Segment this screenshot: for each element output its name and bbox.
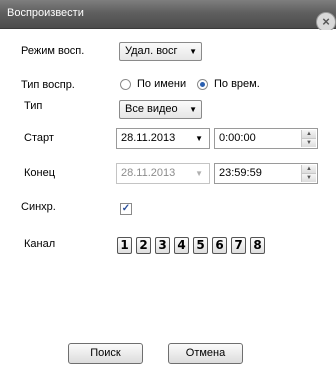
channel-button[interactable]: 6 <box>212 237 227 254</box>
chevron-down-icon: ▼ <box>189 47 197 56</box>
playback-dialog: Воспроизвести × Режим восп. Удал. восг ▼… <box>0 0 336 376</box>
channel-label: Канал <box>24 238 56 250</box>
end-time-spinner[interactable]: ▲ ▼ <box>301 165 316 182</box>
search-button[interactable]: Поиск <box>68 343 143 364</box>
type-select-value: Все видео <box>125 103 178 115</box>
chevron-down-icon: ▼ <box>189 105 197 114</box>
type-select[interactable]: Все видео ▼ <box>119 100 202 119</box>
window-title: Воспроизвести <box>7 7 84 19</box>
playback-type-label: Тип воспр. <box>21 79 75 91</box>
start-time-value: 0:00:00 <box>219 132 256 144</box>
start-label: Старт <box>24 132 54 144</box>
type-label: Тип <box>24 100 43 112</box>
cancel-button[interactable]: Отмена <box>168 343 243 364</box>
start-date-picker[interactable]: 28.11.2013 ▼ <box>116 128 210 149</box>
title-bar[interactable]: Воспроизвести × <box>0 0 336 32</box>
sync-label: Синхр. <box>21 201 56 213</box>
radio-by-name[interactable] <box>120 79 131 90</box>
mode-select-value: Удал. восг <box>125 45 178 57</box>
spin-down-icon[interactable]: ▼ <box>302 138 316 147</box>
channel-button[interactable]: 7 <box>231 237 246 254</box>
channel-button[interactable]: 5 <box>193 237 208 254</box>
mode-label: Режим восп. <box>21 45 85 57</box>
end-time-field[interactable]: 23:59:59 ▲ ▼ <box>214 163 318 184</box>
channel-button[interactable]: 1 <box>117 237 132 254</box>
sync-checkbox[interactable]: ✓ <box>120 203 132 215</box>
chevron-down-icon[interactable]: ▼ <box>195 164 203 183</box>
start-time-field[interactable]: 0:00:00 ▲ ▼ <box>214 128 318 149</box>
radio-by-time-label[interactable]: По врем. <box>214 78 260 90</box>
end-date-picker[interactable]: 28.11.2013 ▼ <box>116 163 210 184</box>
end-label: Конец <box>24 167 56 179</box>
spin-up-icon[interactable]: ▲ <box>302 130 316 138</box>
channel-button[interactable]: 4 <box>174 237 189 254</box>
end-date-value: 28.11.2013 <box>121 167 176 179</box>
radio-by-name-label[interactable]: По имени <box>137 78 186 90</box>
end-time-value: 23:59:59 <box>219 167 262 179</box>
dialog-body: Режим восп. Удал. восг ▼ Тип воспр. По и… <box>2 30 332 374</box>
start-date-value: 28.11.2013 <box>121 132 176 144</box>
mode-select[interactable]: Удал. восг ▼ <box>119 42 202 61</box>
spin-down-icon[interactable]: ▼ <box>302 173 316 182</box>
chevron-down-icon[interactable]: ▼ <box>195 129 203 148</box>
radio-by-time[interactable] <box>197 79 208 90</box>
channel-button[interactable]: 2 <box>136 237 151 254</box>
spin-up-icon[interactable]: ▲ <box>302 165 316 173</box>
channel-button[interactable]: 8 <box>250 237 265 254</box>
start-time-spinner[interactable]: ▲ ▼ <box>301 130 316 147</box>
close-icon[interactable]: × <box>316 12 336 32</box>
channel-button[interactable]: 3 <box>155 237 170 254</box>
